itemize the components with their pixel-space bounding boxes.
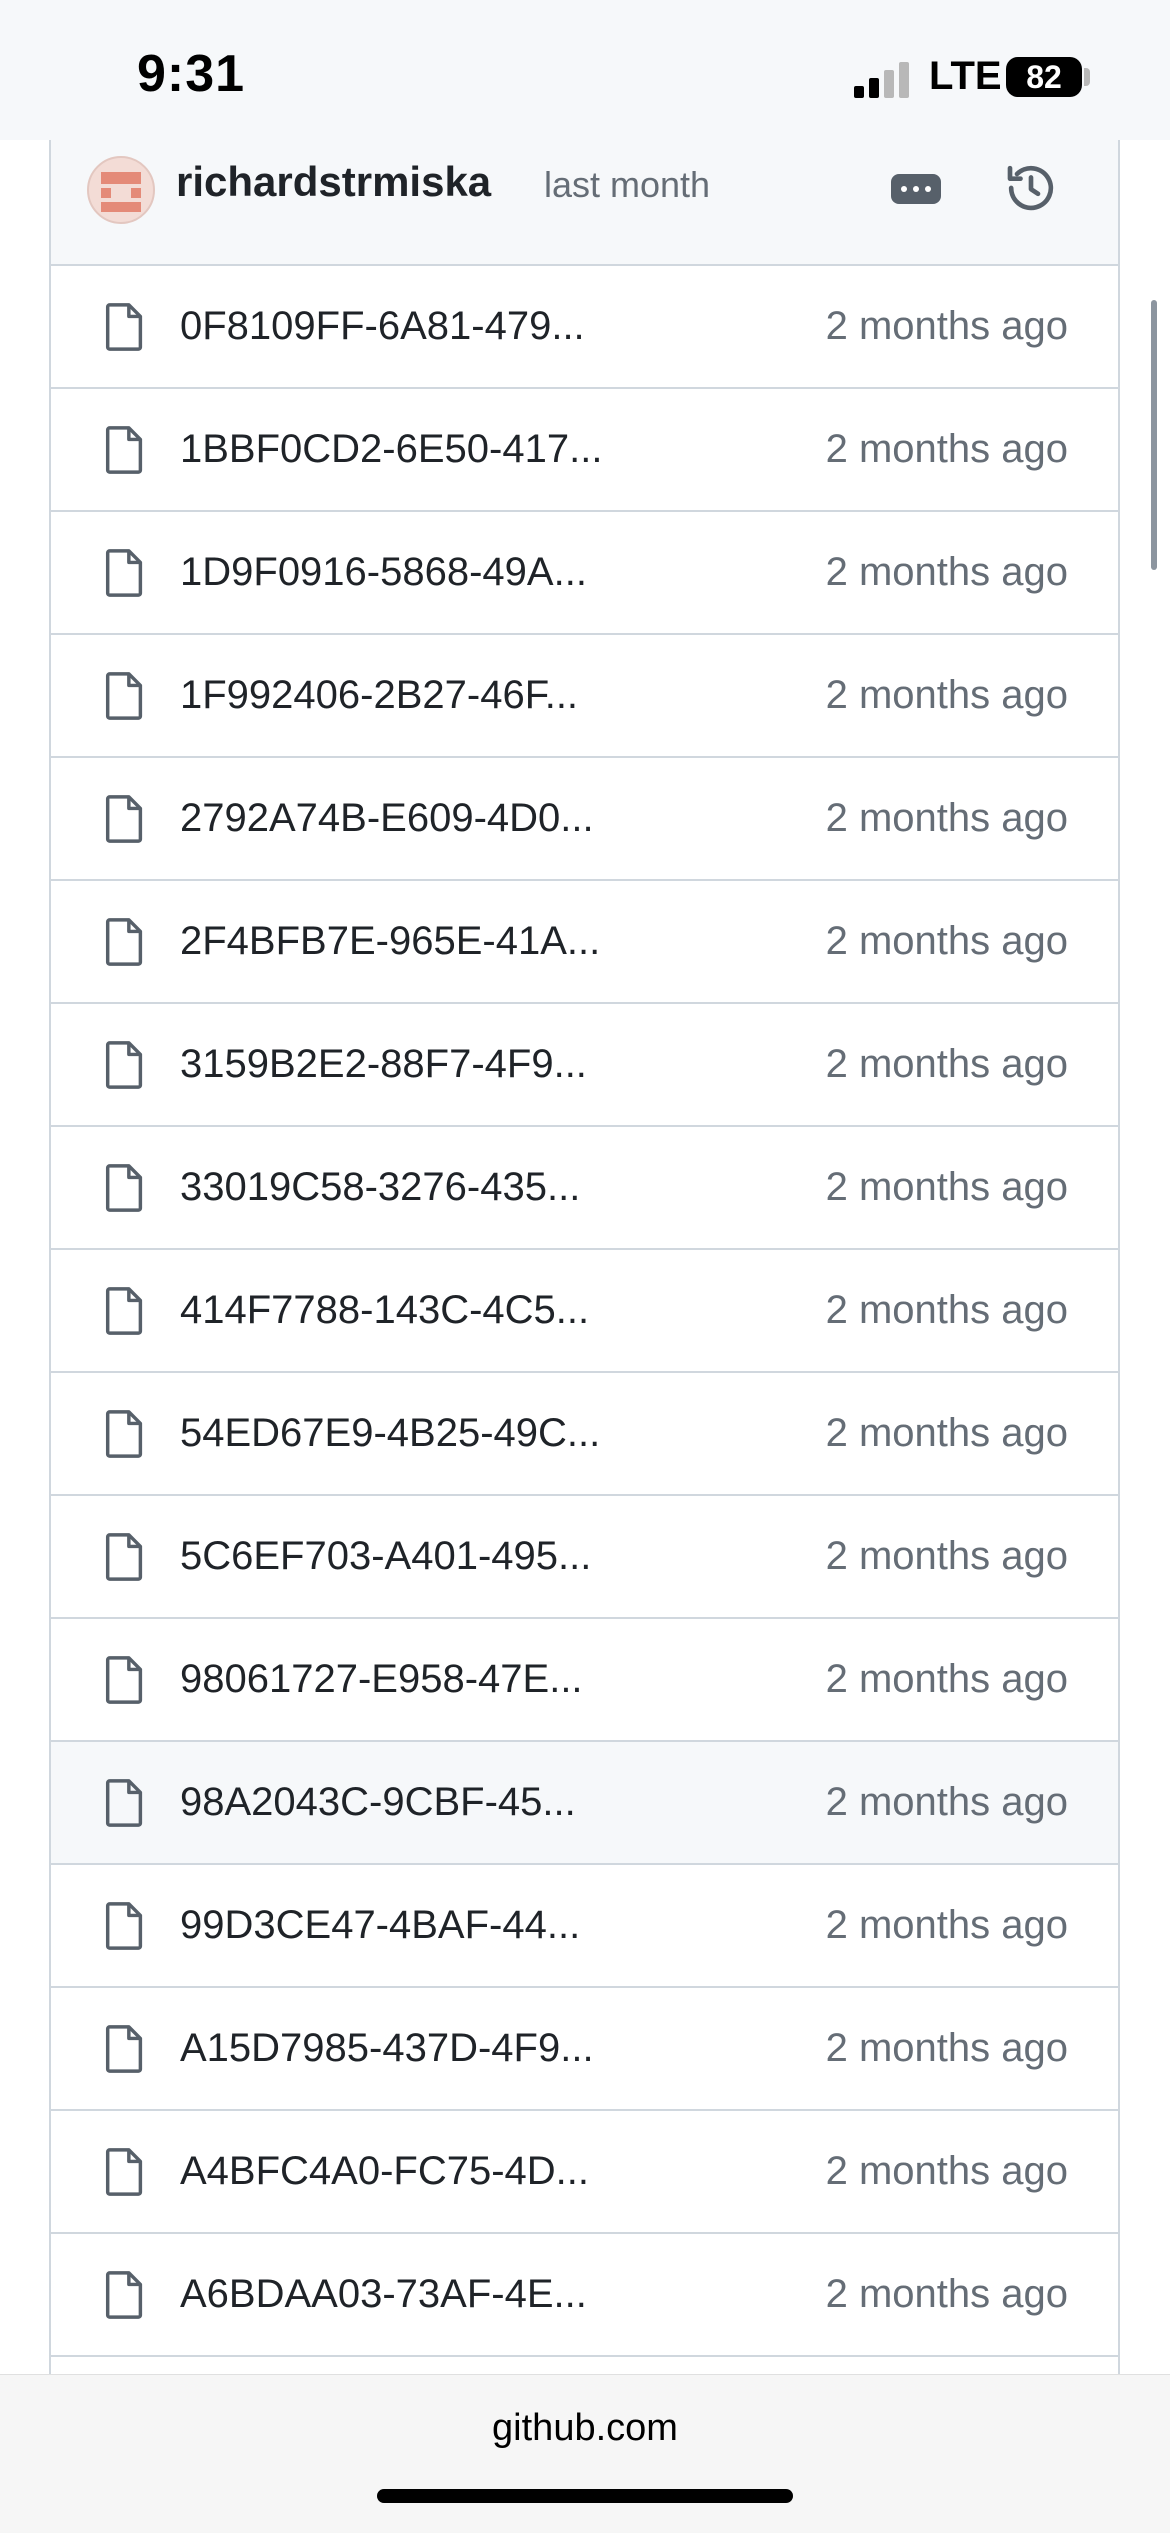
file-last-modified[interactable]: 2 months ago xyxy=(826,1534,1068,1579)
file-row[interactable]: A4BFC4A0-FC75-4D... 2 months ago xyxy=(51,2111,1118,2234)
file-last-modified[interactable]: 2 months ago xyxy=(826,1657,1068,1702)
file-last-modified[interactable]: 2 months ago xyxy=(826,673,1068,718)
file-icon xyxy=(105,1902,143,1950)
file-row[interactable]: 98A2043C-9CBF-45... 2 months ago xyxy=(51,1742,1118,1865)
file-icon xyxy=(105,795,143,843)
file-row[interactable]: 54ED67E9-4B25-49C... 2 months ago xyxy=(51,1373,1118,1496)
network-type: LTE xyxy=(929,54,1002,98)
file-icon xyxy=(105,2271,143,2319)
file-icon xyxy=(105,549,143,597)
file-icon xyxy=(105,1410,143,1458)
file-name[interactable]: A4BFC4A0-FC75-4D... xyxy=(180,2149,589,2194)
file-row[interactable]: 0F8109FF-6A81-479... 2 months ago xyxy=(51,266,1118,389)
file-row[interactable]: 414F7788-143C-4C5... 2 months ago xyxy=(51,1250,1118,1373)
file-row[interactable]: 1BBF0CD2-6E50-417... 2 months ago xyxy=(51,389,1118,512)
file-row[interactable]: 1D9F0916-5868-49A... 2 months ago xyxy=(51,512,1118,635)
file-icon xyxy=(105,1656,143,1704)
file-last-modified[interactable]: 2 months ago xyxy=(826,919,1068,964)
file-name[interactable]: 54ED67E9-4B25-49C... xyxy=(180,1411,600,1456)
file-name[interactable]: 0F8109FF-6A81-479... xyxy=(180,304,585,349)
file-icon xyxy=(105,2025,143,2073)
file-name[interactable]: 414F7788-143C-4C5... xyxy=(180,1288,589,1333)
battery-cap xyxy=(1084,68,1090,86)
file-row[interactable]: 2F4BFB7E-965E-41A... 2 months ago xyxy=(51,881,1118,1004)
file-last-modified[interactable]: 2 months ago xyxy=(826,1411,1068,1456)
file-row[interactable]: 33019C58-3276-435... 2 months ago xyxy=(51,1127,1118,1250)
commit-message-toggle-button[interactable] xyxy=(891,174,941,204)
file-last-modified[interactable]: 2 months ago xyxy=(826,427,1068,472)
file-icon xyxy=(105,918,143,966)
file-name[interactable]: A15D7985-437D-4F9... xyxy=(180,2026,594,2071)
scrollbar[interactable] xyxy=(1151,300,1157,570)
battery-icon: 82 xyxy=(1006,57,1082,97)
browser-address-bar[interactable]: github.com xyxy=(0,2374,1170,2533)
home-indicator[interactable] xyxy=(377,2489,793,2503)
file-name[interactable]: 99D3CE47-4BAF-44... xyxy=(180,1903,580,1948)
battery-level: 82 xyxy=(1026,59,1062,95)
file-last-modified[interactable]: 2 months ago xyxy=(826,304,1068,349)
file-name[interactable]: A6BDAA03-73AF-4E... xyxy=(180,2272,587,2317)
file-row[interactable]: 3159B2E2-88F7-4F9... 2 months ago xyxy=(51,1004,1118,1127)
avatar[interactable] xyxy=(87,156,155,224)
file-icon xyxy=(105,1779,143,1827)
file-list: richardstrmiska last month 0F8109FF-6A81… xyxy=(49,140,1120,2374)
commit-author[interactable]: richardstrmiska xyxy=(176,158,491,206)
file-row[interactable]: 99D3CE47-4BAF-44... 2 months ago xyxy=(51,1865,1118,1988)
file-rows: 0F8109FF-6A81-479... 2 months ago 1BBF0CD2… xyxy=(51,266,1118,2357)
file-last-modified[interactable]: 2 months ago xyxy=(826,796,1068,841)
file-icon xyxy=(105,2148,143,2196)
file-icon xyxy=(105,1533,143,1581)
file-last-modified[interactable]: 2 months ago xyxy=(826,1288,1068,1333)
cellular-signal-icon xyxy=(854,58,914,98)
file-last-modified[interactable]: 2 months ago xyxy=(826,2149,1068,2194)
history-icon[interactable] xyxy=(1003,160,1059,216)
latest-commit-bar: richardstrmiska last month xyxy=(51,140,1118,266)
file-last-modified[interactable]: 2 months ago xyxy=(826,2026,1068,2071)
file-icon xyxy=(105,1287,143,1335)
file-row[interactable]: 1F992406-2B27-46F... 2 months ago xyxy=(51,635,1118,758)
commit-time[interactable]: last month xyxy=(544,164,710,206)
file-name[interactable]: 3159B2E2-88F7-4F9... xyxy=(180,1042,587,1087)
file-icon xyxy=(105,672,143,720)
file-icon xyxy=(105,1041,143,1089)
file-last-modified[interactable]: 2 months ago xyxy=(826,1903,1068,1948)
file-last-modified[interactable]: 2 months ago xyxy=(826,1042,1068,1087)
file-last-modified[interactable]: 2 months ago xyxy=(826,550,1068,595)
url-domain[interactable]: github.com xyxy=(0,2407,1170,2450)
file-name[interactable]: 33019C58-3276-435... xyxy=(180,1165,580,1210)
file-row[interactable]: A15D7985-437D-4F9... 2 months ago xyxy=(51,1988,1118,2111)
file-row[interactable]: 98061727-E958-47E... 2 months ago xyxy=(51,1619,1118,1742)
status-time: 9:31 xyxy=(137,45,246,103)
file-row[interactable]: A6BDAA03-73AF-4E... 2 months ago xyxy=(51,2234,1118,2357)
file-name[interactable]: 2792A74B-E609-4D0... xyxy=(180,796,594,841)
file-last-modified[interactable]: 2 months ago xyxy=(826,1165,1068,1210)
status-bar: 9:31 LTE 82 xyxy=(0,0,1170,140)
file-last-modified[interactable]: 2 months ago xyxy=(826,2272,1068,2317)
file-row[interactable]: 2792A74B-E609-4D0... 2 months ago xyxy=(51,758,1118,881)
file-name[interactable]: 1D9F0916-5868-49A... xyxy=(180,550,587,595)
file-icon xyxy=(105,303,143,351)
file-name[interactable]: 98061727-E958-47E... xyxy=(180,1657,583,1702)
file-last-modified[interactable]: 2 months ago xyxy=(826,1780,1068,1825)
file-name[interactable]: 98A2043C-9CBF-45... xyxy=(180,1780,576,1825)
file-name[interactable]: 1BBF0CD2-6E50-417... xyxy=(180,427,602,472)
file-icon xyxy=(105,1164,143,1212)
file-name[interactable]: 1F992406-2B27-46F... xyxy=(180,673,578,718)
file-icon xyxy=(105,426,143,474)
file-row[interactable]: 5C6EF703-A401-495... 2 months ago xyxy=(51,1496,1118,1619)
file-name[interactable]: 5C6EF703-A401-495... xyxy=(180,1534,591,1579)
file-name[interactable]: 2F4BFB7E-965E-41A... xyxy=(180,919,600,964)
